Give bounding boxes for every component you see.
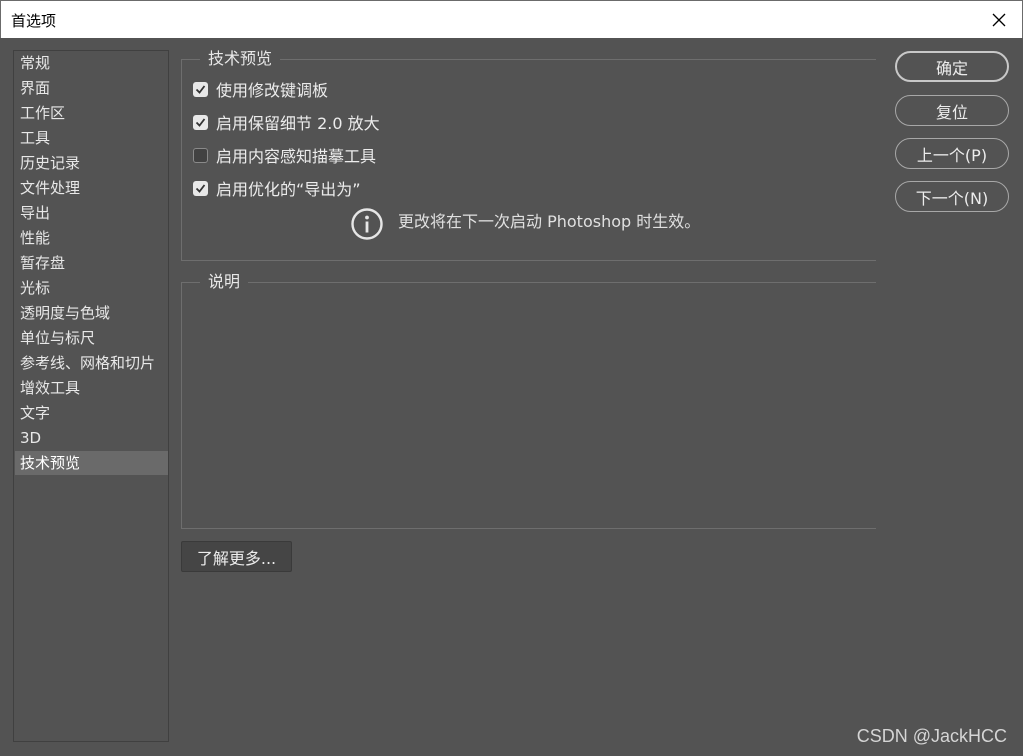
option-content-aware-tracing[interactable]: 启用内容感知描摹工具 xyxy=(193,144,376,166)
sidebar-item-guides-grid-slices[interactable]: 参考线、网格和切片 xyxy=(15,351,168,375)
sidebar-item-units-rulers[interactable]: 单位与标尺 xyxy=(15,326,168,350)
sidebar-item-cursors[interactable]: 光标 xyxy=(15,276,168,300)
sidebar-item-plugins[interactable]: 增效工具 xyxy=(15,376,168,400)
checkbox-checked[interactable] xyxy=(193,180,208,196)
option-modifier-palette[interactable]: 使用修改键调板 xyxy=(193,78,328,100)
option-label: 启用保留细节 2.0 放大 xyxy=(216,114,380,133)
description-group-title: 说明 xyxy=(200,270,249,294)
reset-button[interactable]: 复位 xyxy=(895,95,1009,126)
description-group: 说明 xyxy=(181,270,876,529)
close-icon xyxy=(992,13,1006,26)
window-title: 首选项 xyxy=(11,12,57,30)
watermark: CSDN @JackHCC xyxy=(856,726,1007,746)
restart-notice xyxy=(350,207,384,241)
sidebar-item-scratch-disks[interactable]: 暂存盘 xyxy=(15,251,168,275)
tech-preview-group-title: 技术预览 xyxy=(200,47,281,71)
learn-more-button[interactable]: 了解更多... xyxy=(181,541,292,572)
checkmark-icon xyxy=(195,183,206,193)
previous-button[interactable]: 上一个(P) xyxy=(895,138,1009,169)
info-circle-icon xyxy=(351,208,383,240)
option-label: 启用优化的“导出为” xyxy=(216,180,361,199)
checkbox-unchecked[interactable] xyxy=(193,147,208,163)
option-label: 使用修改键调板 xyxy=(216,81,329,100)
sidebar-item-general[interactable]: 常规 xyxy=(15,51,168,75)
sidebar-item-technology-previews[interactable]: 技术预览 xyxy=(15,451,168,475)
sidebar-item-export[interactable]: 导出 xyxy=(15,201,168,225)
checkbox-checked[interactable] xyxy=(193,81,208,97)
checkbox-checked[interactable] xyxy=(193,114,208,130)
ok-button[interactable]: 确定 xyxy=(895,51,1009,82)
title-bar: 首选项 xyxy=(0,0,1023,38)
option-optimized-export-as[interactable]: 启用优化的“导出为” xyxy=(193,177,361,199)
sidebar-item-transparency-gamut[interactable]: 透明度与色域 xyxy=(15,301,168,325)
close-button[interactable] xyxy=(976,1,1022,38)
sidebar-item-3d[interactable]: 3D xyxy=(15,426,168,450)
option-preserve-details-2[interactable]: 启用保留细节 2.0 放大 xyxy=(193,111,380,133)
sidebar-item-history-log[interactable]: 历史记录 xyxy=(15,151,168,175)
category-list[interactable]: 常规 界面 工作区 工具 历史记录 文件处理 导出 性能 暂存盘 光标 透明度与… xyxy=(13,50,169,742)
sidebar-item-file-handling[interactable]: 文件处理 xyxy=(15,176,168,200)
checkmark-icon xyxy=(195,117,206,127)
sidebar-item-tools[interactable]: 工具 xyxy=(15,126,168,150)
sidebar-item-performance[interactable]: 性能 xyxy=(15,226,168,250)
sidebar-item-interface[interactable]: 界面 xyxy=(15,76,168,100)
sidebar-item-workspace[interactable]: 工作区 xyxy=(15,101,168,125)
restart-notice-text: 更改将在下一次启动 Photoshop 时生效。 xyxy=(398,212,701,231)
sidebar-item-type[interactable]: 文字 xyxy=(15,401,168,425)
checkmark-icon xyxy=(195,84,206,94)
option-label: 启用内容感知描摹工具 xyxy=(216,147,377,166)
next-button[interactable]: 下一个(N) xyxy=(895,181,1009,212)
